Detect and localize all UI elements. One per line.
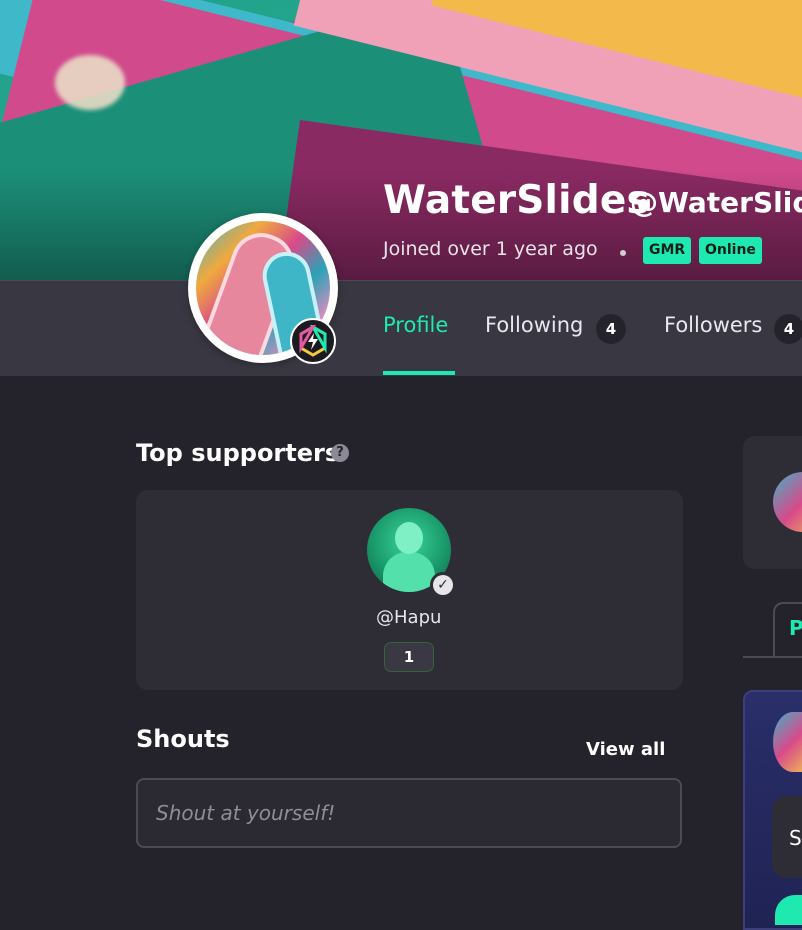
active-tab-indicator	[383, 371, 455, 375]
tab-following[interactable]: Following	[485, 313, 583, 337]
following-count: 4	[596, 314, 626, 344]
profile-navbar: Profile Following 4 Followers 4	[0, 280, 802, 376]
supporter-rank-badge: 1	[385, 643, 433, 671]
shout-input[interactable]	[136, 778, 682, 848]
profile-handle: @WaterSlide	[630, 186, 802, 219]
online-status-badge: Online	[699, 237, 762, 264]
level-hexagon-icon	[290, 318, 336, 364]
tab-profile[interactable]: Profile	[383, 313, 448, 337]
right-tab-label: P	[789, 616, 802, 640]
view-all-shouts-link[interactable]: View all	[586, 739, 665, 760]
gmr-badge: GMR	[643, 237, 692, 264]
followers-count: 4	[774, 314, 802, 344]
tab-followers[interactable]: Followers	[664, 313, 762, 337]
verified-badge-icon: ✓	[430, 572, 456, 598]
profile-joined-date: Joined over 1 year ago	[383, 238, 598, 260]
right-post-bubble-text: S	[789, 826, 802, 850]
top-supporters-heading: Top supporters	[136, 439, 340, 467]
separator-dot	[620, 250, 626, 256]
profile-username: WaterSlides	[383, 178, 650, 223]
shouts-heading: Shouts	[136, 725, 230, 753]
supporter-name[interactable]: @Hapu	[376, 607, 441, 628]
help-icon[interactable]: ?	[331, 444, 349, 462]
